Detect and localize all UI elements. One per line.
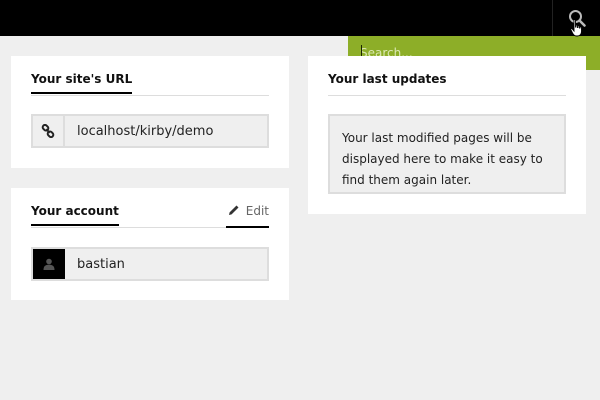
edit-label: Edit bbox=[245, 204, 269, 218]
account-user-field[interactable]: bastian bbox=[31, 247, 269, 281]
user-icon bbox=[43, 258, 55, 270]
account-title: Your account bbox=[31, 204, 119, 226]
edit-account-button[interactable]: Edit bbox=[225, 204, 269, 228]
link-icon-box bbox=[33, 116, 65, 146]
link-icon bbox=[41, 124, 55, 138]
avatar bbox=[33, 249, 65, 279]
last-updates-card: Your last updates Your last modified pag… bbox=[308, 56, 586, 214]
site-url-link[interactable]: localhost/kirby/demo bbox=[65, 124, 213, 139]
last-updates-message: Your last modified pages will be display… bbox=[328, 114, 566, 194]
site-url-title: Your site's URL bbox=[31, 72, 133, 94]
last-updates-title: Your last updates bbox=[328, 72, 447, 86]
account-card: Your account Edit bastian bbox=[11, 188, 289, 300]
site-url-field[interactable]: localhost/kirby/demo bbox=[31, 114, 269, 148]
pencil-icon bbox=[228, 205, 239, 215]
card-header: Your site's URL bbox=[31, 72, 269, 96]
card-header: Your last updates bbox=[328, 72, 566, 96]
topbar bbox=[0, 0, 600, 36]
card-header: Your account Edit bbox=[31, 204, 269, 228]
hand-cursor-icon bbox=[570, 19, 582, 37]
username[interactable]: bastian bbox=[65, 257, 125, 272]
site-url-card: Your site's URL localhost/kirby/demo bbox=[11, 56, 289, 168]
